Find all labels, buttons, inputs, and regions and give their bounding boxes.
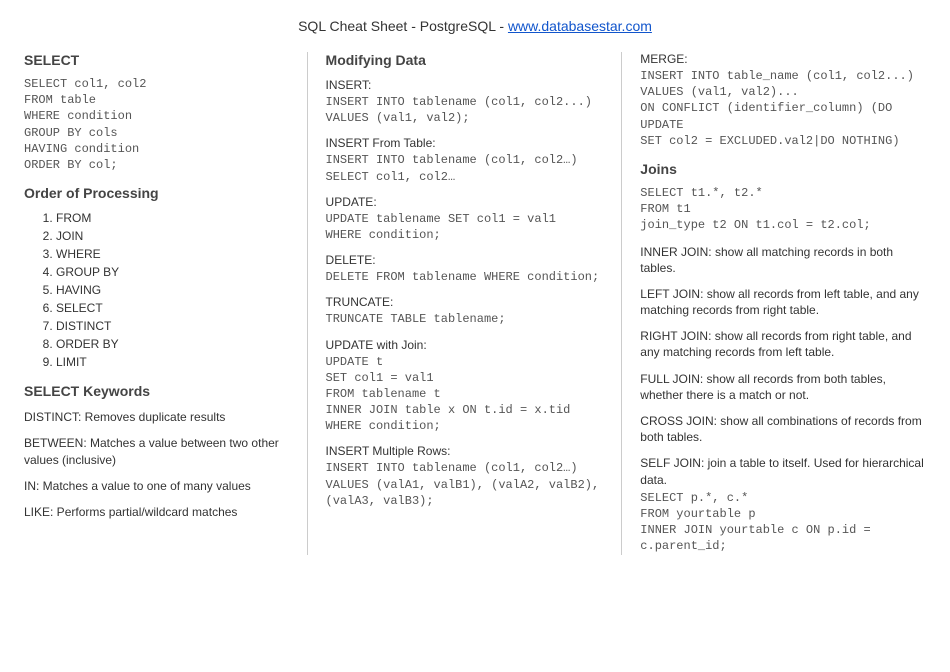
merge-sql: INSERT INTO table_name (col1, col2...) V… [640, 68, 926, 149]
inner-join-desc: INNER JOIN: show all matching records in… [640, 244, 926, 276]
full-join-desc: FULL JOIN: show all records from both ta… [640, 371, 926, 403]
keywords-heading: SELECT Keywords [24, 383, 289, 399]
self-join-sql: SELECT p.*, c.* FROM yourtable p INNER J… [640, 490, 926, 555]
order-heading: Order of Processing [24, 185, 289, 201]
kw-distinct: DISTINCT: Removes duplicate results [24, 409, 289, 425]
order-item: DISTINCT [56, 317, 289, 335]
merge-label: MERGE: [640, 52, 926, 66]
left-join-desc: LEFT JOIN: show all records from left ta… [640, 286, 926, 318]
header-title: SQL Cheat Sheet - PostgreSQL - [298, 18, 508, 34]
delete-label: DELETE: [326, 253, 604, 267]
order-item: FROM [56, 209, 289, 227]
page-header: SQL Cheat Sheet - PostgreSQL - www.datab… [24, 18, 926, 34]
insert-label: INSERT: [326, 78, 604, 92]
select-sql: SELECT col1, col2 FROM table WHERE condi… [24, 76, 289, 173]
kw-in: IN: Matches a value to one of many value… [24, 478, 289, 494]
update-join-sql: UPDATE t SET col1 = val1 FROM tablename … [326, 354, 604, 435]
insert-from-label: INSERT From Table: [326, 136, 604, 150]
order-item: JOIN [56, 227, 289, 245]
update-label: UPDATE: [326, 195, 604, 209]
update-sql: UPDATE tablename SET col1 = val1 WHERE c… [326, 211, 604, 243]
kw-between: BETWEEN: Matches a value between two oth… [24, 435, 289, 467]
truncate-sql: TRUNCATE TABLE tablename; [326, 311, 604, 327]
modify-heading: Modifying Data [326, 52, 604, 68]
joins-sql: SELECT t1.*, t2.* FROM t1 join_type t2 O… [640, 185, 926, 234]
column-1: SELECT SELECT col1, col2 FROM table WHER… [24, 52, 308, 555]
truncate-label: TRUNCATE: [326, 295, 604, 309]
insert-sql: INSERT INTO tablename (col1, col2...) VA… [326, 94, 604, 126]
order-item: LIMIT [56, 353, 289, 371]
joins-heading: Joins [640, 161, 926, 177]
insert-from-sql: INSERT INTO tablename (col1, col2…) SELE… [326, 152, 604, 184]
column-3: MERGE: INSERT INTO table_name (col1, col… [622, 52, 926, 555]
update-join-label: UPDATE with Join: [326, 338, 604, 352]
header-link[interactable]: www.databasestar.com [508, 18, 652, 34]
order-item: GROUP BY [56, 263, 289, 281]
insert-multi-label: INSERT Multiple Rows: [326, 444, 604, 458]
order-item: SELECT [56, 299, 289, 317]
select-heading: SELECT [24, 52, 289, 68]
delete-sql: DELETE FROM tablename WHERE condition; [326, 269, 604, 285]
columns-container: SELECT SELECT col1, col2 FROM table WHER… [24, 52, 926, 555]
cross-join-desc: CROSS JOIN: show all combinations of rec… [640, 413, 926, 445]
self-join-desc: SELF JOIN: join a table to itself. Used … [640, 455, 926, 487]
order-item: ORDER BY [56, 335, 289, 353]
column-2: Modifying Data INSERT: INSERT INTO table… [308, 52, 623, 555]
order-item: HAVING [56, 281, 289, 299]
right-join-desc: RIGHT JOIN: show all records from right … [640, 328, 926, 360]
kw-like: LIKE: Performs partial/wildcard matches [24, 504, 289, 520]
order-item: WHERE [56, 245, 289, 263]
insert-multi-sql: INSERT INTO tablename (col1, col2…) VALU… [326, 460, 604, 509]
order-list: FROMJOINWHEREGROUP BYHAVINGSELECTDISTINC… [56, 209, 289, 371]
